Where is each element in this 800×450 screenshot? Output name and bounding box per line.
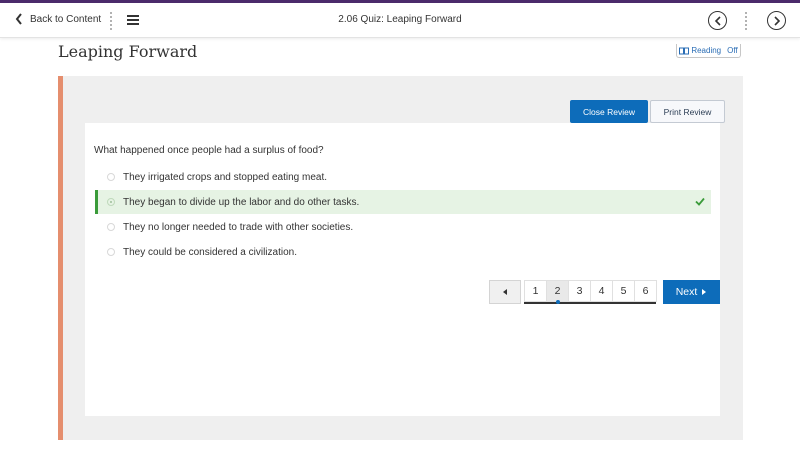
radio-button[interactable] [107,173,115,181]
next-label: Next [675,286,698,298]
reading-icon [679,47,690,54]
page-title: Leaping Forward [58,42,198,61]
reading-toggle[interactable]: Reading Off [676,44,741,58]
reading-label: Reading [691,46,722,55]
close-review-button[interactable]: Close Review [570,100,648,123]
radio-button[interactable] [107,198,115,206]
divider-dots [745,12,748,30]
radio-button[interactable] [107,248,115,256]
answer-option[interactable]: They could be considered a civilization. [95,240,711,264]
print-review-button[interactable]: Print Review [650,100,725,123]
chevron-right-icon [773,15,780,26]
question-pagination: 1 2 3 4 5 6 [524,280,657,304]
next-activity-button[interactable] [767,11,786,30]
answer-option-selected[interactable]: They began to divide up the labor and do… [95,190,711,214]
page-6-button[interactable]: 6 [634,280,657,302]
answer-label: They irrigated crops and stopped eating … [123,171,328,183]
page-3-button[interactable]: 3 [568,280,591,302]
checkmark-icon [695,197,705,206]
question-card: What happened once people had a surplus … [85,123,720,416]
caret-left-icon [503,289,507,295]
previous-question-button[interactable] [489,280,521,304]
answer-label: They no longer needed to trade with othe… [123,221,354,233]
answer-option[interactable]: They no longer needed to trade with othe… [95,215,711,239]
radio-button[interactable] [107,223,115,231]
page-4-button[interactable]: 4 [590,280,613,302]
quiz-title: 2.06 Quiz: Leaping Forward [338,14,462,25]
quiz-panel: Close Review Print Review What happened … [58,76,743,440]
answer-label: They began to divide up the labor and do… [123,196,360,208]
previous-activity-button[interactable] [708,11,727,30]
top-bar: Back to Content 2.06 Quiz: Leaping Forwa… [0,0,800,38]
page-5-button[interactable]: 5 [612,280,635,302]
caret-right-icon [702,289,707,295]
page-1-button[interactable]: 1 [524,280,547,302]
next-question-button[interactable]: Next [663,280,720,304]
reading-state: Off [727,46,738,55]
answer-label: They could be considered a civilization. [123,246,297,258]
question-text: What happened once people had a surplus … [94,145,324,156]
answer-option[interactable]: They irrigated crops and stopped eating … [95,165,711,189]
page-2-button[interactable]: 2 [546,280,569,304]
chevron-left-icon [714,15,721,26]
